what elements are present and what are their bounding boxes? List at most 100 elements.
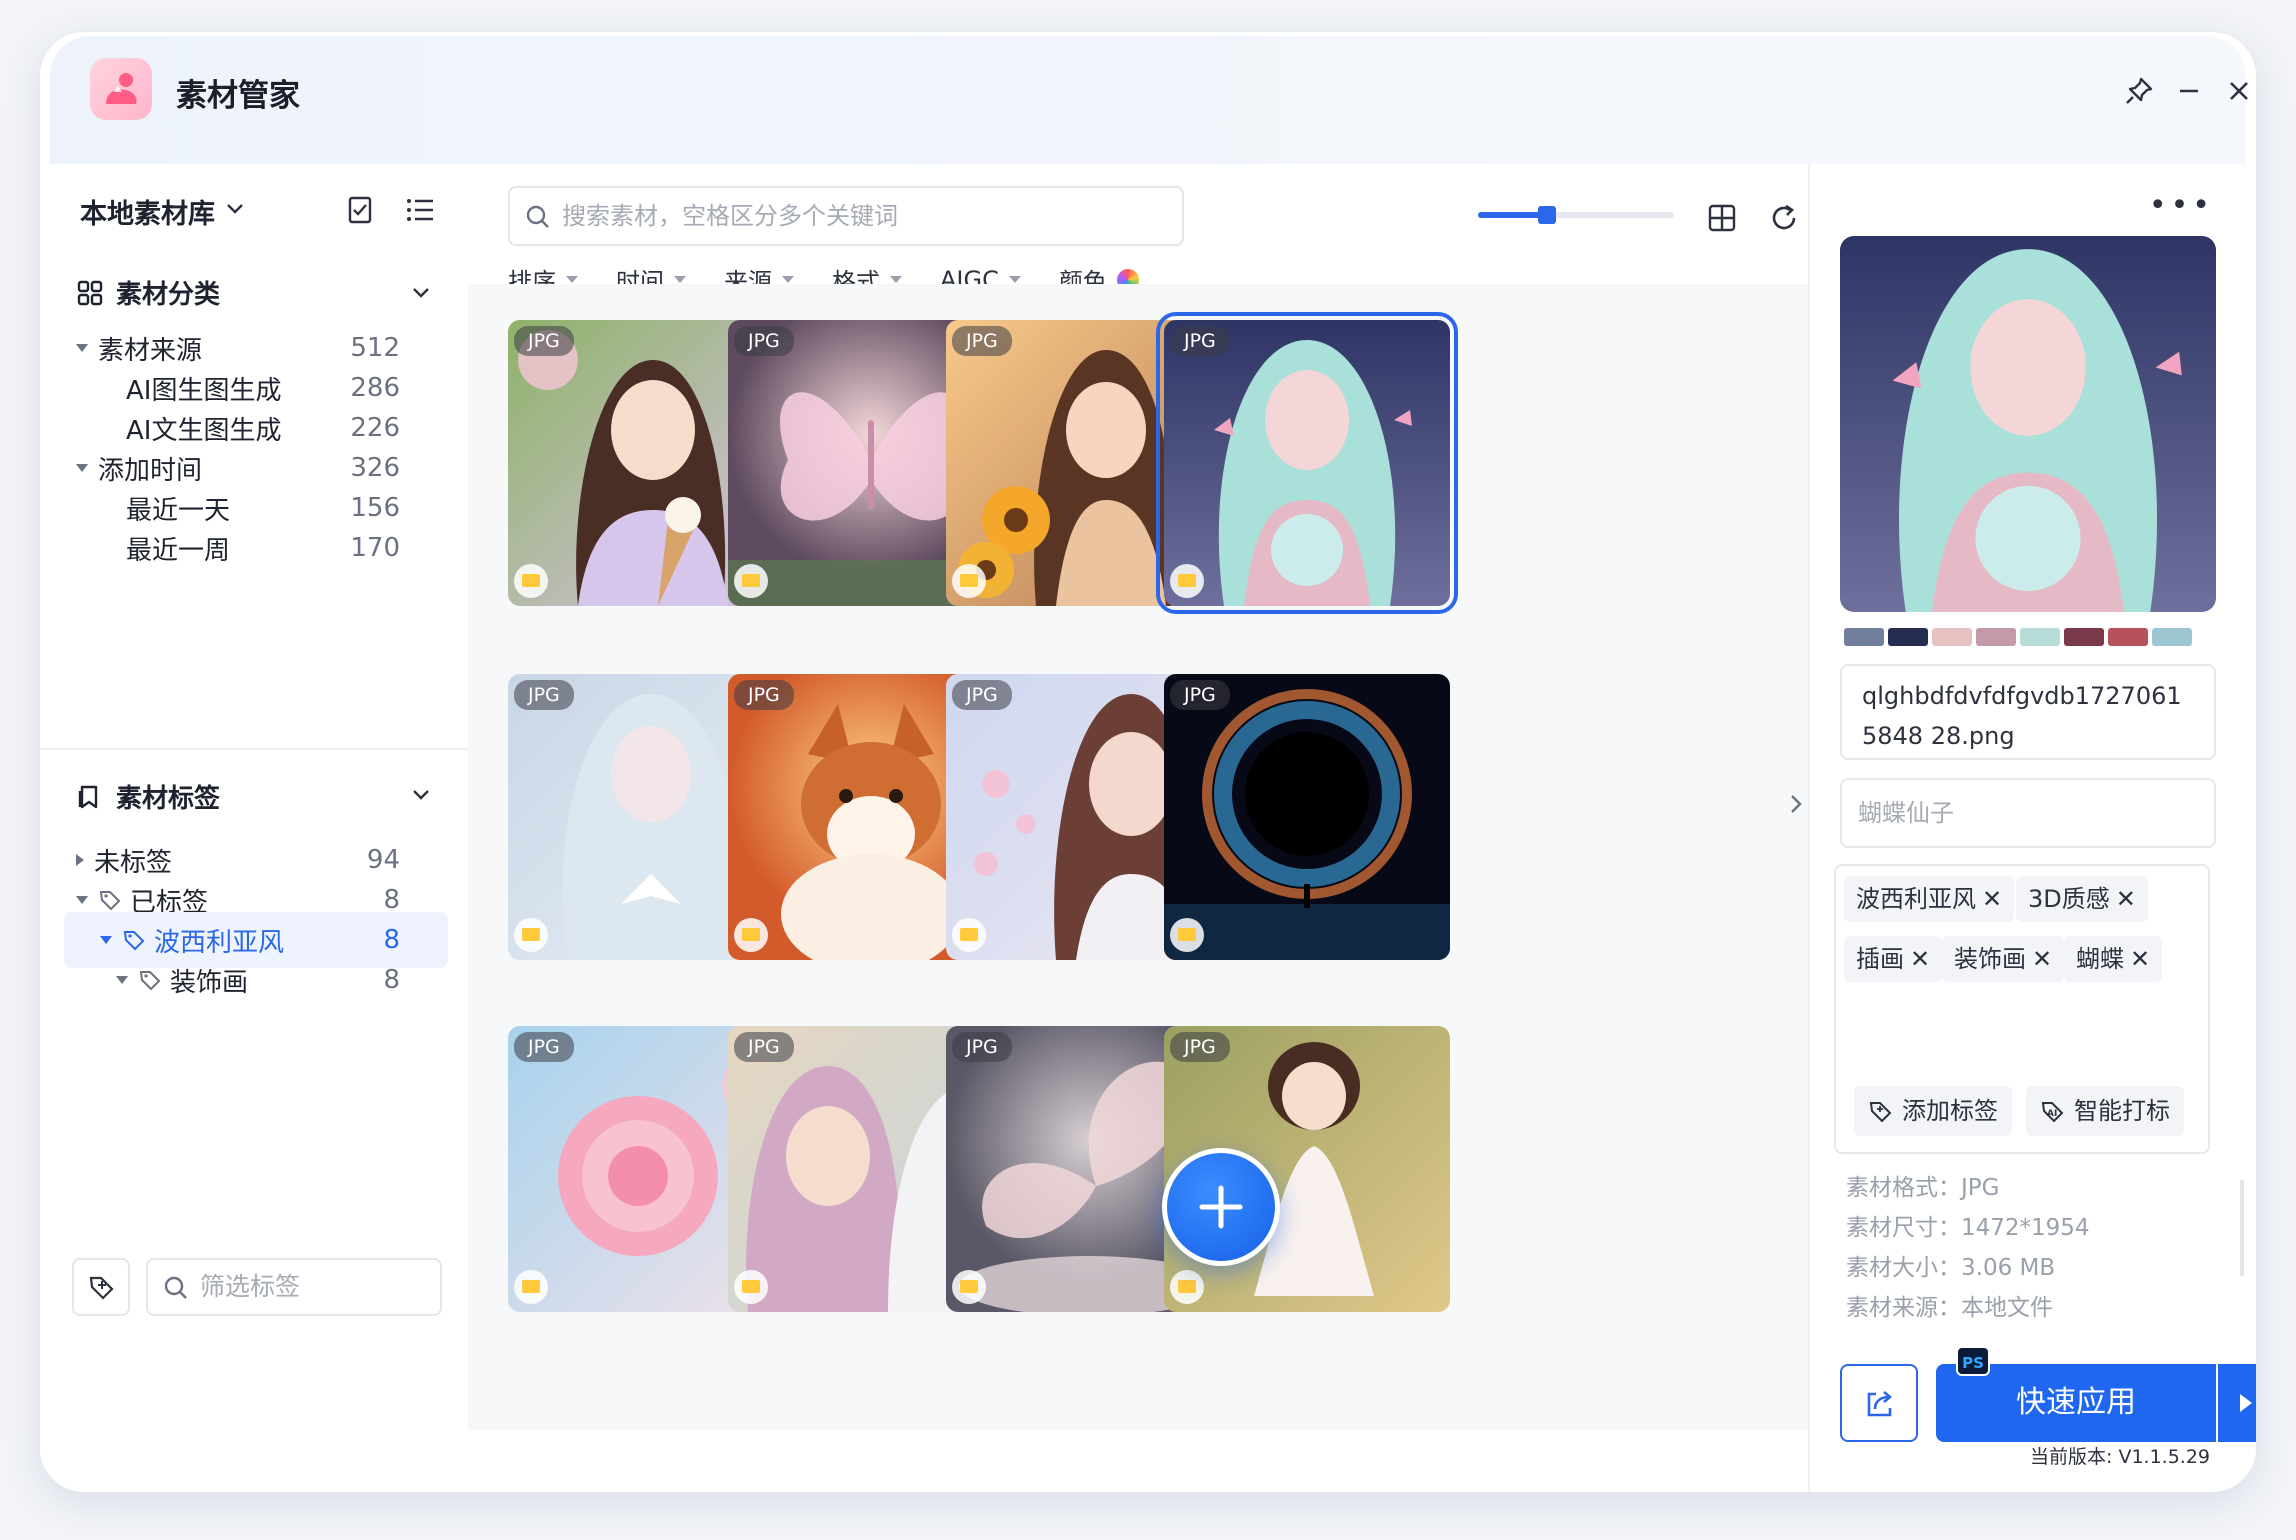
color-swatch[interactable] bbox=[1932, 628, 1972, 646]
thumbnail-image bbox=[1164, 674, 1450, 960]
photoshop-icon: PS bbox=[1956, 1346, 1990, 1376]
meta-format: 素材格式：JPG bbox=[1846, 1175, 2000, 1201]
meta-size: 素材大小：3.06 MB bbox=[1846, 1255, 2056, 1281]
format-badge: JPG bbox=[514, 680, 574, 710]
color-swatch[interactable] bbox=[2108, 628, 2148, 646]
tag-section-header[interactable]: 素材标签 bbox=[76, 778, 220, 815]
search-icon bbox=[526, 205, 549, 228]
filename-field[interactable]: qlghbdfdvfdfgvdb17270615848 28.png bbox=[1840, 664, 2216, 760]
thumbnail-image bbox=[1164, 320, 1450, 606]
tag-icon bbox=[99, 891, 121, 911]
tag-chip[interactable]: 插画 ✕ bbox=[1844, 936, 1943, 982]
add-tag-filter-button[interactable] bbox=[72, 1258, 130, 1316]
folder-icon[interactable] bbox=[952, 564, 986, 598]
image-grid: JPG JPG JPG JPG JPG JPG JPG JPG JPG JPG … bbox=[468, 284, 1808, 1430]
app-title: 素材管家 bbox=[176, 78, 300, 114]
caret-down-icon bbox=[566, 276, 578, 283]
search-icon bbox=[164, 1276, 187, 1299]
tag-section-title: 素材标签 bbox=[116, 784, 221, 814]
meta-source: 素材来源：本地文件 bbox=[1846, 1295, 2053, 1321]
format-badge: JPG bbox=[734, 680, 794, 710]
format-badge: JPG bbox=[734, 1032, 794, 1062]
folder-icon[interactable] bbox=[1170, 564, 1204, 598]
quick-apply-dropdown[interactable] bbox=[2218, 1364, 2256, 1442]
folder-icon[interactable] bbox=[734, 918, 768, 952]
chevron-down-icon[interactable] bbox=[224, 198, 246, 220]
color-swatch[interactable] bbox=[2064, 628, 2104, 646]
tag-chip[interactable]: 装饰画 ✕ bbox=[1942, 936, 2065, 982]
pin-icon[interactable] bbox=[2122, 74, 2156, 108]
remove-tag-icon[interactable]: ✕ bbox=[2116, 885, 2136, 913]
category-section-header[interactable]: 素材分类 bbox=[76, 274, 220, 311]
zoom-slider-thumb[interactable] bbox=[1537, 206, 1556, 224]
caret-down-icon bbox=[76, 896, 88, 904]
list-view-icon[interactable] bbox=[402, 192, 438, 228]
tag-icon bbox=[123, 931, 145, 951]
tag-filter-input[interactable]: 筛选标签 bbox=[146, 1258, 442, 1316]
format-badge: JPG bbox=[734, 326, 794, 356]
search-input[interactable]: 搜索素材，空格区分多个关键词 bbox=[508, 186, 1184, 246]
image-card-butterfly-fairy[interactable]: JPG bbox=[1156, 312, 1458, 614]
format-badge: JPG bbox=[1170, 1032, 1230, 1062]
scrollbar[interactable] bbox=[2240, 1180, 2244, 1276]
refresh-icon[interactable] bbox=[1766, 200, 1802, 236]
tree-item-last-week[interactable]: 最近一周 170 bbox=[76, 520, 436, 576]
zoom-slider-fill bbox=[1478, 212, 1547, 218]
caret-down-icon bbox=[76, 464, 88, 472]
format-badge: JPG bbox=[514, 1032, 574, 1062]
add-tag-button[interactable]: 添加标签 bbox=[1854, 1086, 2012, 1136]
tag-chip[interactable]: 波西利亚风 ✕ bbox=[1844, 876, 2015, 922]
add-material-button[interactable] bbox=[1162, 1148, 1280, 1266]
close-icon[interactable] bbox=[2222, 74, 2256, 108]
category-section-title: 素材分类 bbox=[116, 280, 221, 310]
detail-panel: ••• qlghbdfdvfdfgvdb17270615848 28.png 蝴… bbox=[1808, 164, 2256, 1492]
format-badge: JPG bbox=[1170, 326, 1230, 356]
chevron-down-icon[interactable] bbox=[410, 282, 432, 304]
chevron-down-icon[interactable] bbox=[410, 784, 432, 806]
tag-chip[interactable]: 蝴蝶 ✕ bbox=[2064, 936, 2163, 982]
layout-grid-icon[interactable] bbox=[1704, 200, 1740, 236]
remove-tag-icon[interactable]: ✕ bbox=[1982, 885, 2002, 913]
folder-icon[interactable] bbox=[514, 564, 548, 598]
folder-icon[interactable] bbox=[952, 1270, 986, 1304]
folder-icon[interactable] bbox=[514, 1270, 548, 1304]
tree-item-decor-painting[interactable]: 装饰画 8 bbox=[76, 952, 436, 1008]
caret-down-icon bbox=[100, 936, 112, 944]
color-swatch[interactable] bbox=[2152, 628, 2192, 646]
folder-icon[interactable] bbox=[1170, 1270, 1204, 1304]
sidebar: 本地素材库 素材分类 素材来源 512 AI图生图生成 286 AI文生图生成 … bbox=[40, 164, 468, 1492]
caret-down-icon bbox=[782, 276, 794, 283]
remove-tag-icon[interactable]: ✕ bbox=[2130, 945, 2150, 973]
share-button[interactable] bbox=[1840, 1364, 1918, 1442]
ai-tag-icon: AI bbox=[2041, 1102, 2064, 1123]
minimize-icon[interactable] bbox=[2172, 74, 2206, 108]
tag-add-icon bbox=[89, 1276, 114, 1300]
caret-down-icon bbox=[116, 976, 128, 984]
tag-icon bbox=[139, 971, 161, 991]
chevron-right-icon[interactable] bbox=[1784, 776, 1808, 832]
library-selector[interactable]: 本地素材库 bbox=[80, 192, 215, 231]
app-window: 素材管家 本地素材库 素材分类 素材来源 512 AI图生图生成 286 AI文… bbox=[40, 32, 2256, 1492]
color-swatch[interactable] bbox=[1844, 628, 1884, 646]
image-card-black-hole[interactable]: JPG bbox=[1164, 674, 1450, 960]
folder-icon[interactable] bbox=[514, 918, 548, 952]
preview-image bbox=[1840, 236, 2216, 612]
folder-icon[interactable] bbox=[952, 918, 986, 952]
more-options-icon[interactable]: ••• bbox=[2149, 188, 2214, 223]
zoom-slider[interactable] bbox=[1478, 206, 1674, 224]
color-swatch[interactable] bbox=[1976, 628, 2016, 646]
remove-tag-icon[interactable]: ✕ bbox=[1910, 945, 1930, 973]
color-swatch[interactable] bbox=[1888, 628, 1928, 646]
smart-tag-button[interactable]: AI 智能打标 bbox=[2026, 1086, 2184, 1136]
caret-down-icon bbox=[890, 276, 902, 283]
folder-icon[interactable] bbox=[734, 1270, 768, 1304]
folder-icon[interactable] bbox=[1170, 918, 1204, 952]
share-icon bbox=[1867, 1391, 1893, 1417]
grid-icon bbox=[77, 280, 103, 305]
remove-tag-icon[interactable]: ✕ bbox=[2032, 945, 2052, 973]
color-swatch[interactable] bbox=[2020, 628, 2060, 646]
folder-icon[interactable] bbox=[734, 564, 768, 598]
description-field[interactable]: 蝴蝶仙子 bbox=[1840, 778, 2216, 848]
tag-chip[interactable]: 3D质感 ✕ bbox=[2016, 876, 2148, 922]
checklist-icon[interactable] bbox=[342, 192, 378, 228]
